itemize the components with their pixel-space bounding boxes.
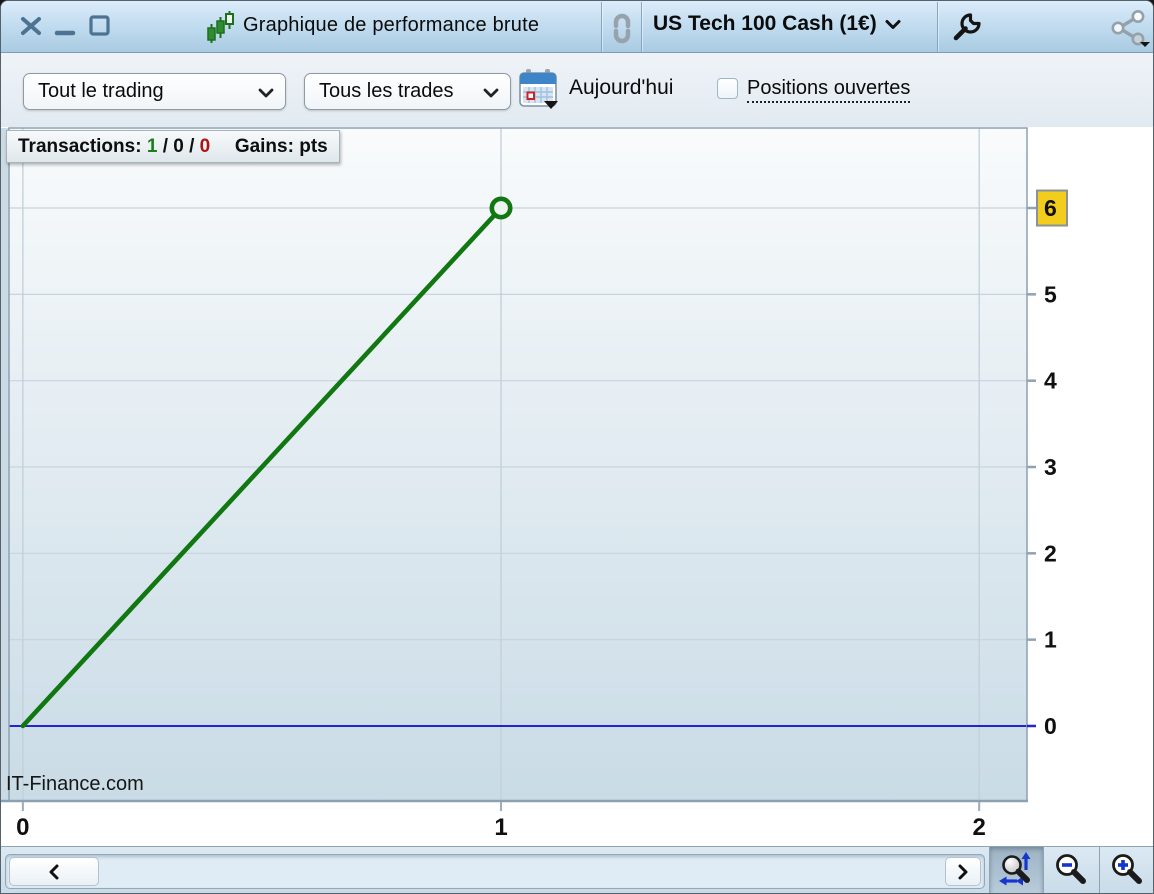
divider	[641, 2, 642, 52]
trades-filter-select[interactable]: Tous les trades	[304, 73, 511, 110]
window-title: Graphique de performance brute	[243, 14, 540, 36]
zoom-fit-icon	[998, 852, 1030, 886]
winning-trades-count: 1	[146, 136, 158, 157]
open-positions-label[interactable]: Positions ouvertes	[747, 77, 911, 103]
titlebar: Graphique de performance brute US Tech 1…	[1, 1, 1153, 53]
close-icon[interactable]	[19, 13, 47, 41]
zoom-out-icon	[1055, 854, 1086, 884]
neutral-trades-count: 0	[173, 136, 184, 157]
calendar-icon[interactable]	[519, 68, 561, 117]
chart-region: 0123456012 Transactions: 1 / 0 / 0 Gains…	[1, 127, 1154, 846]
chevron-down-icon	[258, 88, 274, 98]
zoom-out-button[interactable]	[1043, 847, 1099, 893]
trades-filter-value: Tous les trades	[319, 80, 454, 102]
plot-left-margin	[1, 128, 9, 801]
wrench-icon[interactable]	[949, 11, 983, 50]
losing-trades-count: 0	[199, 136, 211, 157]
performance-chart-window: Graphique de performance brute US Tech 1…	[0, 0, 1154, 894]
instrument-selector[interactable]: US Tech 100 Cash (1€)	[653, 12, 901, 36]
filter-toolbar: Tout le trading Tous les trades Aujourd'…	[1, 53, 1153, 127]
x-axis-label: 2	[973, 814, 986, 841]
bottom-bar	[1, 846, 1153, 893]
minimize-icon[interactable]	[53, 13, 81, 41]
gains-label: Gains:	[234, 136, 294, 157]
x-axis-label: 0	[16, 814, 29, 841]
y-axis-label: 3	[1044, 454, 1057, 480]
transactions-label: Transactions:	[18, 136, 142, 157]
y-axis-label: 2	[1044, 540, 1057, 566]
divider	[937, 2, 938, 52]
y-axis-label: 5	[1044, 281, 1057, 307]
plot-background	[9, 128, 1027, 801]
last-point-marker	[489, 196, 513, 220]
y-axis-label: 6	[1044, 195, 1057, 221]
y-axis-label: 4	[1044, 368, 1057, 394]
scroll-right-button[interactable]	[945, 857, 981, 886]
trading-scope-select[interactable]: Tout le trading	[23, 73, 286, 110]
chevron-right-icon	[958, 864, 968, 879]
divider	[601, 2, 602, 52]
zoom-fit-button[interactable]	[989, 847, 1043, 893]
trading-scope-value: Tout le trading	[38, 80, 164, 102]
stats-badge: Transactions: 1 / 0 / 0 Gains: pts	[6, 130, 340, 163]
zoom-in-icon	[1111, 854, 1142, 884]
zoom-in-button[interactable]	[1099, 847, 1153, 893]
chevron-down-icon	[483, 88, 499, 98]
separator: /	[189, 136, 195, 157]
share-icon[interactable]	[1109, 9, 1151, 52]
provider-watermark: IT-Finance.com	[6, 773, 144, 795]
y-axis-label: 0	[1044, 713, 1057, 739]
date-range-label: Aujourd'hui	[569, 76, 674, 99]
open-positions-checkbox[interactable]	[717, 78, 738, 99]
chevron-down-icon	[885, 20, 901, 29]
x-axis-label: 1	[494, 814, 507, 841]
maximize-icon[interactable]	[87, 13, 115, 41]
scroll-left-button[interactable]	[9, 857, 99, 886]
chevron-down-icon	[1140, 42, 1150, 47]
performance-chart[interactable]: 01234560 1 2	[1, 127, 1154, 846]
y-axis-label: 1	[1044, 627, 1057, 653]
candlestick-chart-icon	[206, 10, 236, 51]
unlink-icon[interactable]	[607, 11, 637, 50]
separator: /	[162, 136, 168, 157]
horizontal-scrollbar[interactable]	[5, 854, 985, 889]
gains-value: pts	[299, 136, 328, 157]
instrument-label: US Tech 100 Cash (1€)	[653, 12, 877, 35]
chevron-left-icon	[49, 864, 59, 879]
